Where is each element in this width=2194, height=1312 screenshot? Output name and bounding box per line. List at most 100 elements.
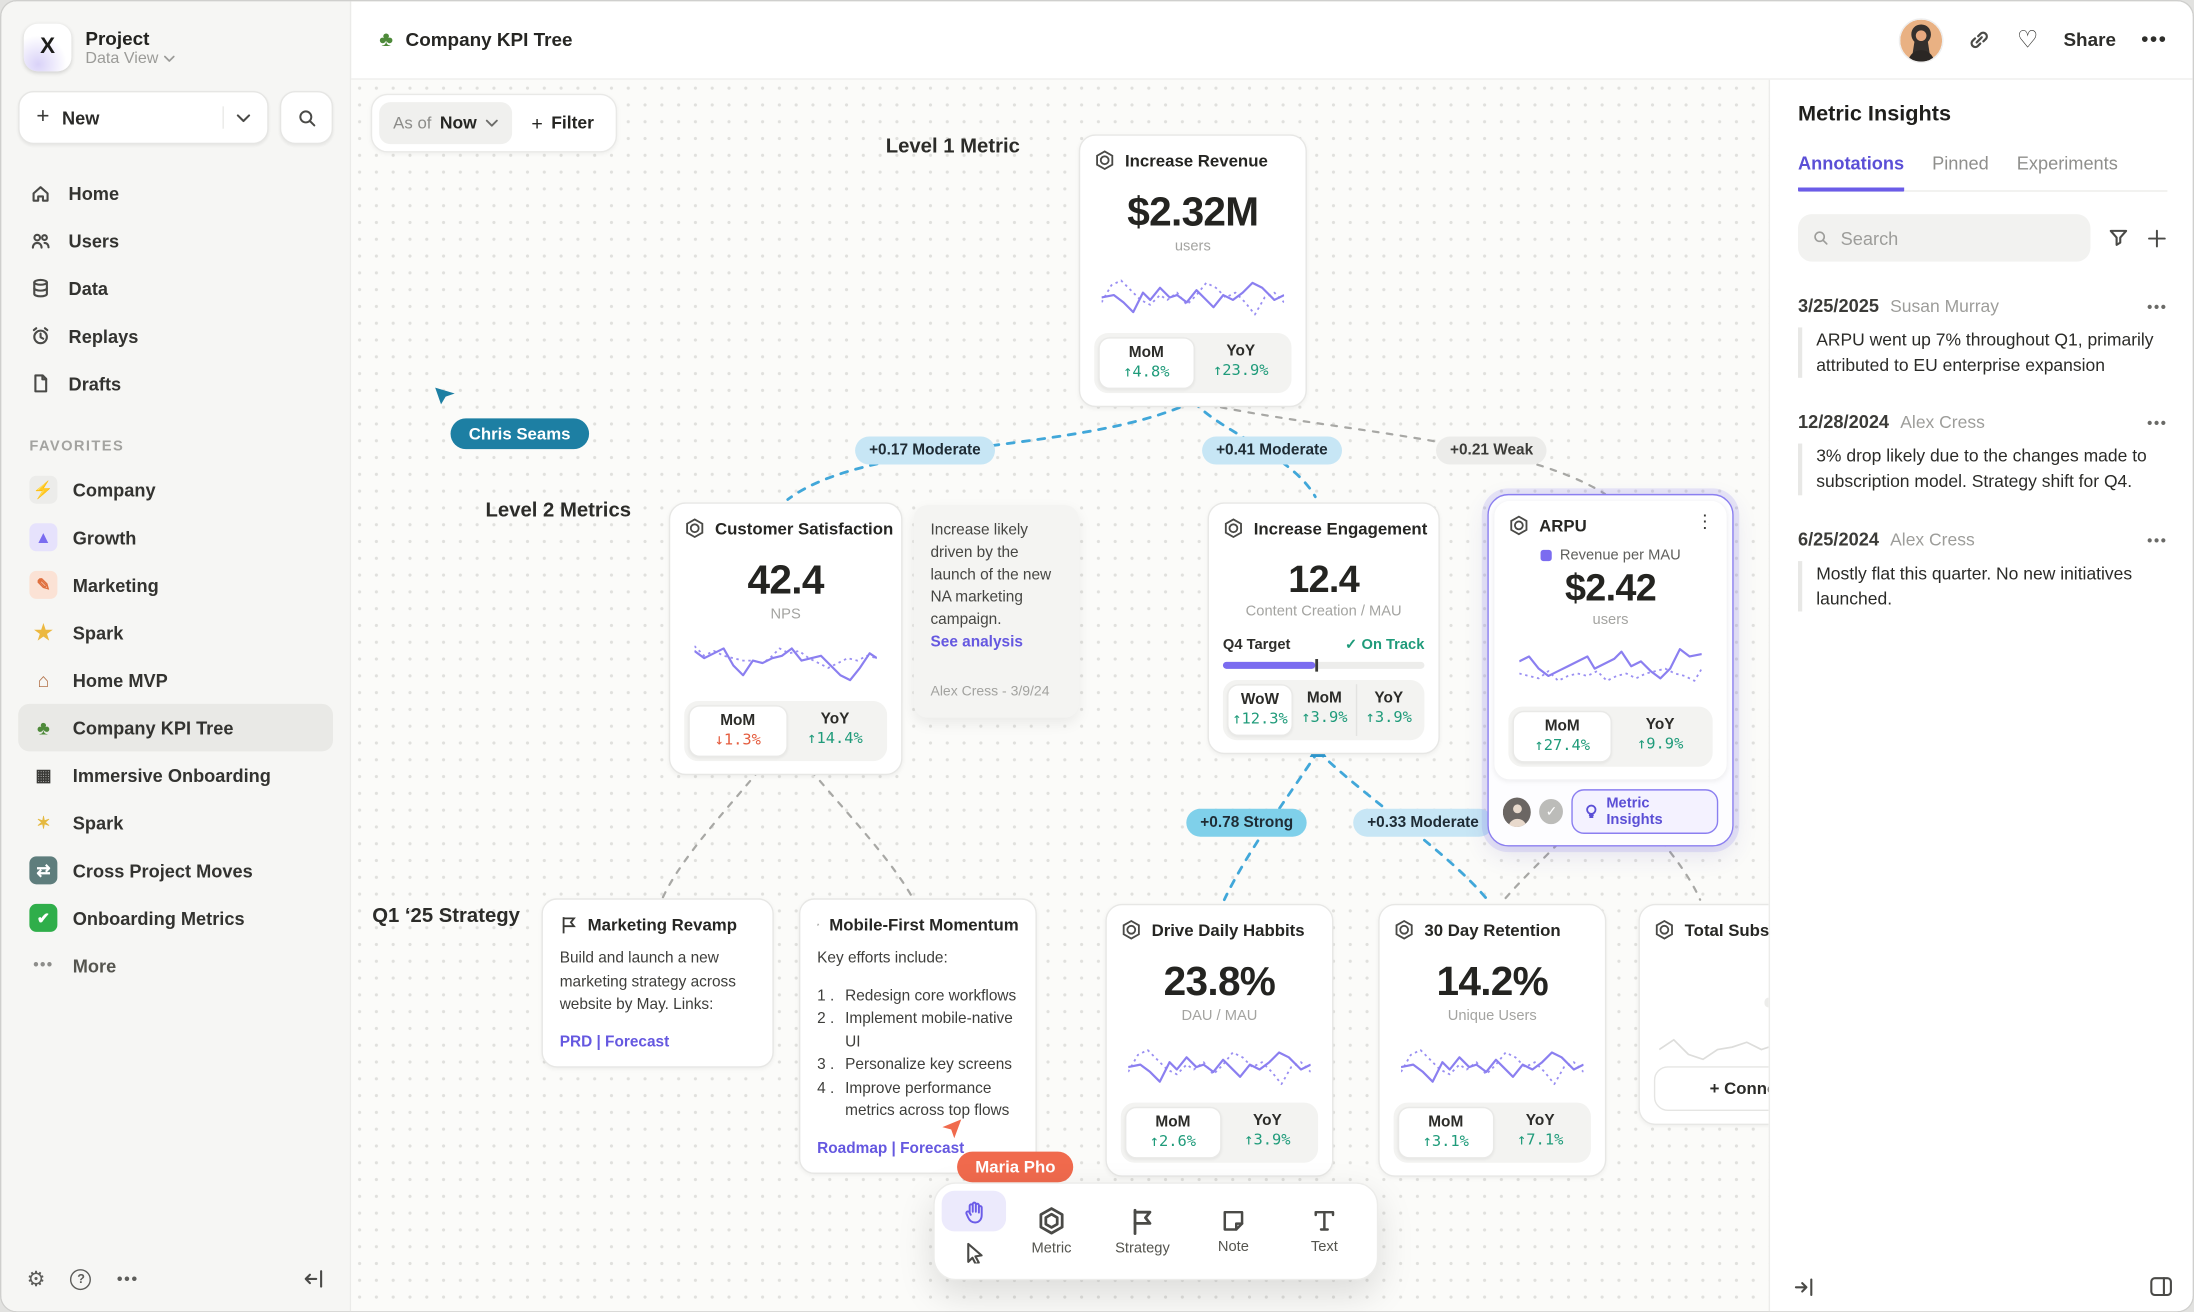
sidebar-item-home-mvp[interactable]: ⌂ Home MVP xyxy=(18,656,333,704)
card-title: Total Subscript xyxy=(1685,920,1769,940)
sidebar-item-label: Growth xyxy=(73,527,137,548)
metric-card-arpu-selected[interactable]: ARPU ⋮ Revenue per MAU $2.42 users MoM↑2… xyxy=(1487,494,1733,847)
sidebar: X Project Data View + New xyxy=(1,1,351,1312)
annotation-search[interactable] xyxy=(1798,214,2090,262)
sidebar-item-label: Drafts xyxy=(69,373,122,394)
stat-yoy[interactable]: YoY↑3.9% xyxy=(1221,1107,1314,1159)
note-tool-button[interactable]: Note xyxy=(1188,1191,1279,1272)
add-filter-button[interactable]: + Filter xyxy=(517,102,608,144)
tab-pinned[interactable]: Pinned xyxy=(1932,153,1989,191)
annotation-menu-icon[interactable]: ••• xyxy=(2147,416,2167,433)
annotation-menu-icon[interactable]: ••• xyxy=(2147,532,2167,549)
edge-weight-pill[interactable]: +0.41 Moderate xyxy=(1202,437,1342,465)
share-button[interactable]: Share xyxy=(2063,29,2116,50)
stat-mom[interactable]: MoM↑4.8% xyxy=(1098,337,1194,389)
metric-card-30-day-retention[interactable]: 30 Day Retention 14.2% Unique Users MoM↑… xyxy=(1378,904,1606,1177)
project-view-selector[interactable]: Data View xyxy=(85,50,175,67)
sidebar-item-label: Users xyxy=(69,230,120,251)
add-annotation-icon[interactable] xyxy=(2146,227,2167,248)
edge-weight-pill[interactable]: +0.33 Moderate xyxy=(1353,809,1493,837)
edge-weight-pill[interactable]: +0.78 Strong xyxy=(1186,809,1307,837)
stat-mom[interactable]: MoM↑27.4% xyxy=(1513,711,1612,763)
sidebar-item-home[interactable]: Home xyxy=(18,169,333,217)
edge-weight-pill[interactable]: +0.17 Moderate xyxy=(855,437,995,465)
sidebar-item-more[interactable]: ••• More xyxy=(18,942,333,990)
stat-yoy[interactable]: YoY↑23.9% xyxy=(1194,337,1287,389)
help-icon[interactable]: ? xyxy=(71,1268,92,1289)
collapse-sidebar-icon[interactable] xyxy=(302,1269,324,1289)
stat-yoy[interactable]: YoY↑14.4% xyxy=(787,705,883,757)
topbar: ♣ Company KPI Tree ♡ Share ••• xyxy=(351,1,2194,79)
card-title: Increase Engagement xyxy=(1254,518,1428,538)
sidebar-item-replays[interactable]: Replays xyxy=(18,312,333,360)
layout-columns-icon[interactable] xyxy=(2149,1276,2173,1297)
tab-experiments[interactable]: Experiments xyxy=(2017,153,2118,191)
metric-value: 23.8% xyxy=(1121,960,1318,1006)
edge-weight-pill[interactable]: +0.21 Weak xyxy=(1436,437,1547,465)
annotation-item[interactable]: 6/25/2024 Alex Cress ••• Mostly flat thi… xyxy=(1798,528,2167,611)
expand-panel-icon[interactable] xyxy=(1792,1277,1814,1297)
favorite-heart-icon[interactable]: ♡ xyxy=(2017,28,2038,52)
annotation-item[interactable]: 3/25/2025 Susan Murray ••• ARPU went up … xyxy=(1798,295,2167,378)
stat-mom[interactable]: MoM↑2.6% xyxy=(1125,1107,1221,1159)
ellipsis-icon[interactable]: ••• xyxy=(117,1269,139,1289)
tree-icon: ♣ xyxy=(29,714,57,742)
hand-tool-button[interactable] xyxy=(942,1191,1006,1232)
annotation-menu-icon[interactable]: ••• xyxy=(2147,299,2167,316)
sidebar-item-company[interactable]: ⚡ Company xyxy=(18,466,333,514)
sidebar-item-drafts[interactable]: Drafts xyxy=(18,360,333,408)
see-analysis-link[interactable]: See analysis xyxy=(930,632,1062,654)
stat-yoy[interactable]: YoY↑9.9% xyxy=(1612,711,1709,763)
metric-card-drive-daily-habbits[interactable]: Drive Daily Habbits 23.8% DAU / MAU MoM↑… xyxy=(1105,904,1333,1177)
metric-card-total-subscriptions[interactable]: Total Subscript + Connect xyxy=(1638,904,1768,1125)
kpi-tree-canvas[interactable]: As of Now + Filter Level 1 Metric Level … xyxy=(351,80,1768,1312)
stat-mom[interactable]: MoM↓1.3% xyxy=(688,705,787,757)
sidebar-item-users[interactable]: Users xyxy=(18,217,333,265)
new-button[interactable]: + New xyxy=(18,91,268,144)
chevron-down-icon[interactable] xyxy=(236,113,250,123)
workspace-logo: X xyxy=(24,24,72,72)
text-tool-button[interactable]: Text xyxy=(1279,1191,1370,1272)
strategy-card-marketing-revamp[interactable]: Marketing Revamp Build and launch a new … xyxy=(542,898,774,1067)
stat-wow[interactable]: WoW↑12.3% xyxy=(1227,684,1293,736)
strategy-intro: Key efforts include: xyxy=(817,947,1018,970)
search-button[interactable] xyxy=(280,91,333,144)
annotation-date: 3/25/2025 xyxy=(1798,295,1879,316)
strategy-tool-button[interactable]: Strategy xyxy=(1097,1191,1188,1272)
annotation-item[interactable]: 12/28/2024 Alex Cress ••• 3% drop likely… xyxy=(1798,412,2167,495)
sidebar-item-marketing[interactable]: ✎ Marketing xyxy=(18,561,333,609)
filter-funnel-icon[interactable] xyxy=(2107,227,2129,249)
sidebar-item-growth[interactable]: ▲ Growth xyxy=(18,514,333,562)
sidebar-item-cross-project-moves[interactable]: ⇄ Cross Project Moves xyxy=(18,847,333,895)
select-tool-button[interactable] xyxy=(942,1231,1006,1272)
card-menu-kebab-icon[interactable]: ⋮ xyxy=(1696,512,1714,530)
metric-card-customer-satisfaction[interactable]: Customer Satisfaction 42.4 NPS MoM↓1.3% … xyxy=(669,502,903,775)
sidebar-item-onboarding-metrics[interactable]: ✔ Onboarding Metrics xyxy=(18,894,333,942)
panel-title: Metric Insights xyxy=(1798,102,2167,127)
stat-yoy[interactable]: YoY↑3.9% xyxy=(1356,684,1420,736)
sidebar-item-company-kpi-tree[interactable]: ♣ Company KPI Tree xyxy=(18,704,333,752)
sidebar-item-spark[interactable]: ★ Spark xyxy=(18,609,333,657)
search-input[interactable] xyxy=(1841,227,2077,248)
tab-annotations[interactable]: Annotations xyxy=(1798,153,1904,192)
settings-gear-icon[interactable]: ⚙ xyxy=(27,1266,46,1291)
metric-card-increase-engagement[interactable]: Increase Engagement 12.4 Content Creatio… xyxy=(1208,502,1440,754)
canvas-note[interactable]: Increase likely driven by the launch of … xyxy=(914,505,1079,718)
sidebar-item-spark-2[interactable]: ✶ Spark xyxy=(18,799,333,847)
stat-yoy[interactable]: YoY↑7.1% xyxy=(1494,1107,1587,1159)
project-switcher[interactable]: X Project Data View xyxy=(18,21,333,91)
text-icon xyxy=(1311,1208,1338,1235)
stat-mom[interactable]: MoM↑3.1% xyxy=(1398,1107,1494,1159)
sidebar-item-data[interactable]: Data xyxy=(18,264,333,312)
user-avatar[interactable] xyxy=(1901,19,1943,61)
stat-mom[interactable]: MoM↑3.9% xyxy=(1293,684,1356,736)
metric-tool-button[interactable]: Metric xyxy=(1006,1191,1097,1272)
more-menu-icon[interactable]: ••• xyxy=(2141,28,2167,52)
metric-card-increase-revenue[interactable]: Increase Revenue $2.32M users MoM↑4.8% Y… xyxy=(1079,134,1307,407)
metric-insights-button[interactable]: Metric Insights xyxy=(1572,789,1718,834)
as-of-selector[interactable]: As of Now xyxy=(379,102,512,144)
sidebar-item-immersive-onboarding[interactable]: ▦ Immersive Onboarding xyxy=(18,751,333,799)
strategy-links[interactable]: PRD | Forecast xyxy=(560,1033,756,1050)
connect-data-button[interactable]: + Connect xyxy=(1654,1066,1769,1111)
link-icon[interactable] xyxy=(1968,28,1992,52)
